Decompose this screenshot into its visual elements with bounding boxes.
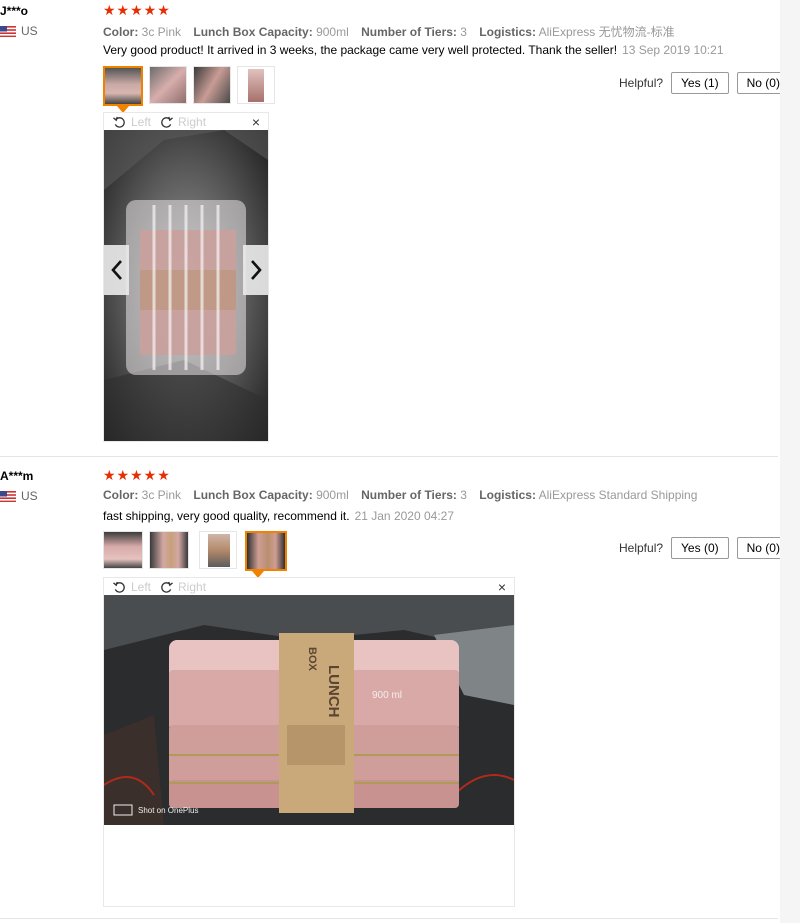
photo-thumbnails (103, 531, 293, 571)
close-icon[interactable]: × (498, 578, 506, 596)
camera-watermark: Shot on OnePlus (138, 806, 198, 815)
photo-thumbnails (103, 66, 281, 106)
close-icon[interactable]: × (252, 113, 260, 131)
photo-thumbnail[interactable] (193, 66, 231, 104)
box-band-text: LUNCH (325, 665, 342, 718)
feedback-item: J***o US ★★★★★ Color: 3c Pink Lunch Box … (0, 0, 800, 456)
rotate-right-button[interactable]: Right (160, 580, 206, 594)
helpful-label: Helpful? (619, 541, 664, 555)
review-text: Very good product! It arrived in 3 weeks… (103, 43, 724, 57)
chevron-left-icon (110, 260, 122, 280)
rotate-right-icon (161, 116, 173, 128)
photo-viewer-toolbar: Left Right (104, 113, 268, 131)
attr-tiers: Number of Tiers: 3 (361, 25, 467, 39)
scrollbar[interactable] (780, 0, 800, 923)
helpful-vote: Helpful? Yes (1) No (0) (619, 72, 790, 94)
review-photo-image: LUNCH BOX 900 ml Shot on OnePlus (104, 595, 514, 825)
user-name: J***o (0, 4, 29, 18)
photo-viewer: Left Right × (103, 577, 515, 907)
box-band-subtext: BOX (306, 647, 318, 672)
review-date: 13 Sep 2019 10:21 (622, 43, 724, 57)
photo-thumbnail[interactable] (149, 66, 187, 104)
feedback-divider (0, 456, 778, 457)
star-rating: ★★★★★ (103, 467, 171, 483)
rotate-right-button[interactable]: Right (160, 115, 206, 129)
country: US (0, 489, 38, 503)
product-attributes: Color: 3c Pink Lunch Box Capacity: 900ml… (103, 488, 706, 502)
photo-viewer: Left Right × (103, 112, 269, 442)
rotate-right-icon (161, 581, 173, 593)
us-flag-icon (0, 490, 16, 502)
attr-color: Color: 3c Pink (103, 488, 182, 502)
country: US (0, 24, 38, 38)
attr-capacity: Lunch Box Capacity: 900ml (193, 488, 349, 502)
helpful-yes-button[interactable]: Yes (1) (671, 72, 729, 94)
photo-thumbnail[interactable] (237, 66, 275, 104)
attr-color: Color: 3c Pink (103, 25, 182, 39)
star-rating: ★★★★★ (103, 2, 171, 18)
review-date: 21 Jan 2020 04:27 (354, 509, 454, 523)
photo-thumbnail[interactable] (103, 531, 143, 569)
rotate-left-button[interactable]: Left (113, 580, 151, 594)
capacity-mark: 900 ml (372, 690, 402, 701)
attr-logistics: Logistics: AliExpress Standard Shipping (479, 488, 698, 502)
attr-capacity: Lunch Box Capacity: 900ml (193, 25, 349, 39)
photo-thumbnail[interactable] (245, 531, 287, 571)
helpful-label: Helpful? (619, 76, 664, 90)
rotate-left-icon (113, 116, 125, 128)
feedback-divider (0, 918, 778, 919)
review-photo: LUNCH BOX 900 ml Shot on OnePlus (104, 595, 514, 825)
next-photo-button[interactable] (243, 245, 268, 295)
feedback-item: A***m US ★★★★★ Color: 3c Pink Lunch Box … (0, 462, 800, 923)
rotate-left-icon (113, 581, 125, 593)
photo-thumbnail[interactable] (149, 531, 189, 569)
rotate-left-button[interactable]: Left (113, 115, 151, 129)
user-name: A***m (0, 469, 34, 483)
previous-photo-button[interactable] (104, 245, 129, 295)
country-code: US (21, 24, 38, 38)
product-attributes: Color: 3c Pink Lunch Box Capacity: 900ml… (103, 23, 684, 40)
helpful-yes-button[interactable]: Yes (0) (671, 537, 729, 559)
chevron-right-icon (250, 260, 262, 280)
review-photo (104, 130, 268, 441)
country-code: US (21, 489, 38, 503)
attr-tiers: Number of Tiers: 3 (361, 488, 467, 502)
attr-logistics: Logistics: AliExpress 无忧物流-标准 (479, 25, 675, 39)
helpful-vote: Helpful? Yes (0) No (0) (619, 537, 790, 559)
us-flag-icon (0, 25, 16, 37)
photo-viewer-toolbar: Left Right (104, 578, 514, 596)
review-text: fast shipping, very good quality, recomm… (103, 509, 454, 523)
photo-thumbnail[interactable] (199, 531, 237, 569)
photo-thumbnail[interactable] (103, 66, 143, 106)
